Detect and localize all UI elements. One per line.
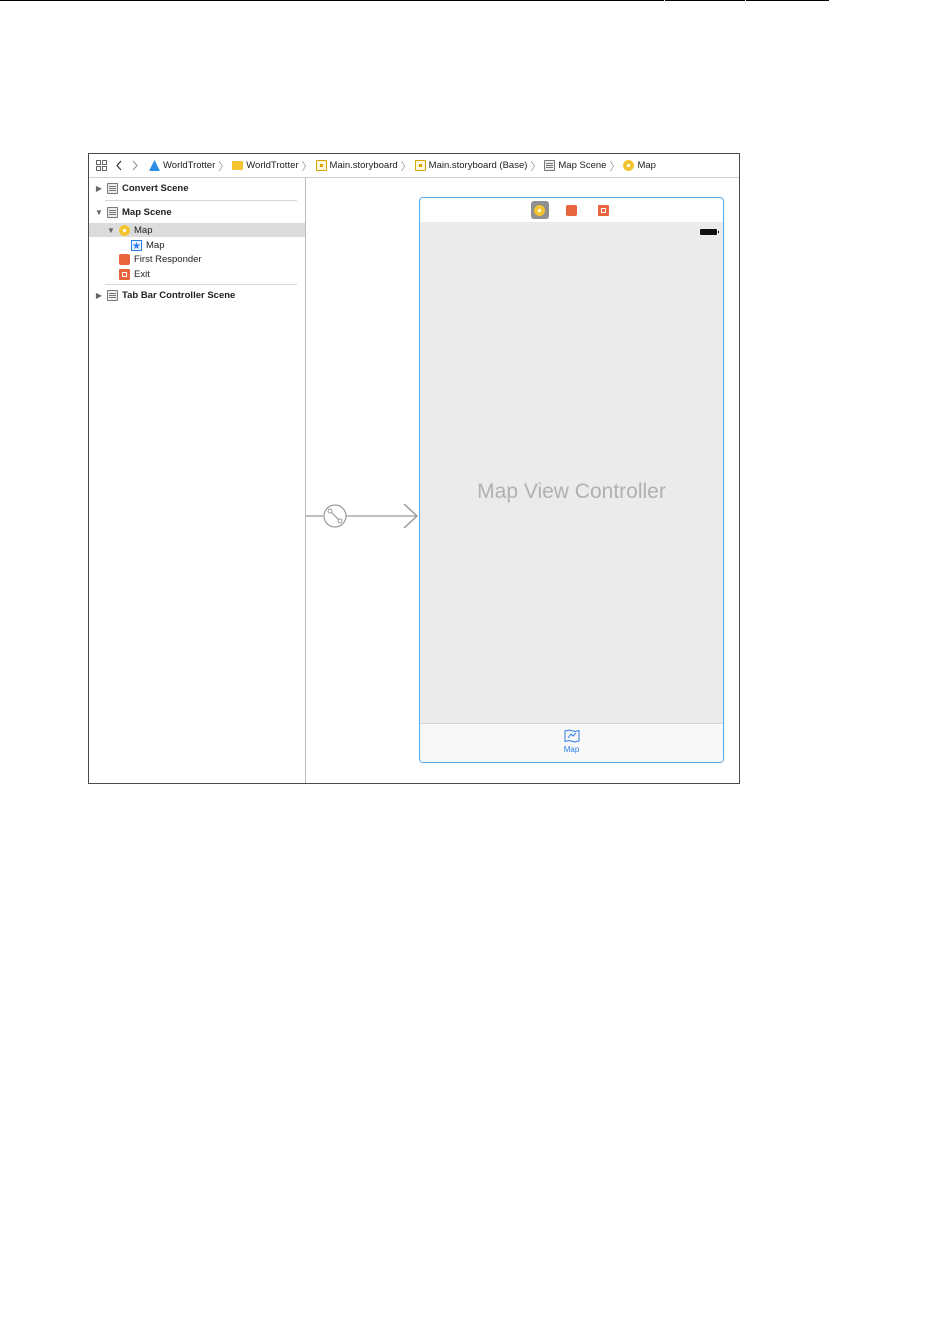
disclosure-triangle-icon[interactable]: ▼: [107, 226, 115, 235]
tab-bar: Map: [420, 723, 723, 762]
breadcrumb-separator-icon: 〉: [530, 160, 542, 173]
outline-item-label: First Responder: [134, 253, 202, 265]
view-controller-icon: [534, 204, 545, 216]
outline-item-tab-bar-controller-scene[interactable]: ▶ Tab Bar Controller Scene: [89, 288, 305, 302]
breadcrumb-label: Map Scene: [558, 160, 607, 171]
outline-item-label: Exit: [134, 268, 150, 280]
page-top-rule: [665, 0, 745, 1]
outline-divider: [105, 200, 297, 201]
document-outline: ▶ Convert Scene ▼ Map Scene ▼ Map ★ Map …: [89, 178, 306, 783]
battery-icon: [700, 229, 719, 235]
breadcrumb-label: WorldTrotter: [246, 160, 299, 171]
disclosure-triangle-icon[interactable]: ▶: [95, 291, 103, 300]
tab-bar-item-label: Map: [563, 745, 580, 754]
map-view-controller-scene[interactable]: Map View Controller Map: [419, 197, 724, 763]
outline-item-convert-scene[interactable]: ▶ Convert Scene: [89, 181, 305, 195]
jump-bar: WorldTrotter 〉 WorldTrotter 〉 Main.story…: [89, 154, 739, 178]
breadcrumb-label: WorldTrotter: [163, 160, 216, 171]
dock-exit[interactable]: [595, 201, 613, 219]
dock-first-responder[interactable]: [563, 201, 581, 219]
star-icon: ★: [131, 239, 142, 252]
scene-icon: [544, 160, 556, 171]
scene-icon: [107, 206, 118, 218]
xcode-editor-window: WorldTrotter 〉 WorldTrotter 〉 Main.story…: [88, 153, 740, 784]
breadcrumb-separator-icon: 〉: [609, 160, 621, 173]
view-controller-icon: [119, 224, 130, 236]
storyboard-icon: [414, 160, 426, 171]
breadcrumb-scene[interactable]: Map Scene: [544, 160, 606, 171]
scene-dock: [420, 198, 723, 223]
scene-icon: [107, 182, 118, 194]
outline-item-first-responder[interactable]: First Responder: [89, 252, 305, 266]
outline-item-label: Tab Bar Controller Scene: [122, 289, 236, 301]
disclosure-triangle-icon[interactable]: ▼: [95, 208, 103, 217]
scene-icon: [107, 289, 118, 301]
outline-item-map-scene[interactable]: ▼ Map Scene: [89, 205, 305, 219]
map-icon: [564, 729, 579, 743]
breadcrumb-storyboard-base[interactable]: Main.storyboard (Base): [414, 160, 528, 171]
exit-icon: [598, 204, 609, 216]
page-top-rule: [0, 0, 664, 1]
forward-chevron-icon[interactable]: [127, 158, 143, 174]
dock-view-controller[interactable]: [530, 201, 549, 219]
outline-item-label: Map: [146, 239, 165, 251]
folder-icon: [232, 161, 244, 170]
outline-item-label: Map Scene: [122, 206, 172, 218]
outline-item-label: Convert Scene: [122, 182, 189, 194]
breadcrumb-separator-icon: 〉: [218, 160, 230, 173]
breadcrumb-label: Map: [637, 160, 656, 171]
storyboard-canvas[interactable]: Map View Controller Map: [306, 178, 739, 783]
root-view[interactable]: Map View Controller: [420, 222, 723, 723]
disclosure-triangle-icon[interactable]: ▶: [95, 184, 103, 193]
breadcrumb-storyboard[interactable]: Main.storyboard: [315, 160, 398, 171]
view-controller-icon: [623, 160, 635, 171]
breadcrumb-separator-icon: 〉: [400, 160, 412, 173]
view-controller-title: Map View Controller: [477, 480, 666, 503]
project-icon: [149, 160, 160, 171]
breadcrumb-view-controller[interactable]: Map: [623, 160, 656, 171]
outline-item-map-view-controller[interactable]: ▼ Map: [89, 223, 305, 237]
tab-bar-item-map[interactable]: Map: [420, 729, 723, 754]
page-top-rule: [746, 0, 829, 1]
breadcrumb-group[interactable]: WorldTrotter: [232, 160, 299, 171]
first-responder-icon: [119, 253, 130, 265]
related-items-icon[interactable]: [93, 158, 109, 174]
back-chevron-icon[interactable]: [111, 158, 127, 174]
outline-item-label: Map: [134, 224, 153, 236]
exit-icon: [119, 268, 130, 280]
breadcrumb-separator-icon: 〉: [301, 160, 313, 173]
outline-divider: [105, 284, 297, 285]
breadcrumb-label: Main.storyboard: [329, 160, 398, 171]
relationship-segue-arrow[interactable]: [306, 496, 419, 536]
storyboard-icon: [315, 160, 327, 171]
breadcrumb-project[interactable]: WorldTrotter: [149, 160, 215, 171]
breadcrumb-label: Main.storyboard (Base): [428, 160, 528, 171]
outline-item-map-tab-bar-item[interactable]: ★ Map: [89, 238, 305, 252]
first-responder-icon: [566, 204, 577, 216]
outline-item-exit[interactable]: Exit: [89, 267, 305, 281]
